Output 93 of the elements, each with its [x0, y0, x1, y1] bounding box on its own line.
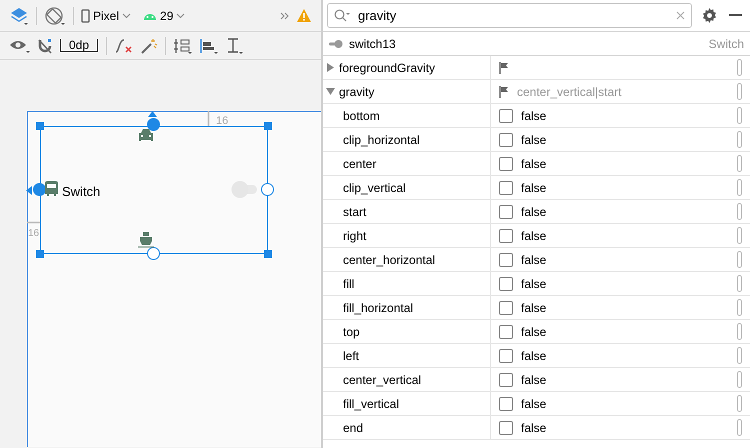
component-id: switch13 — [349, 36, 396, 52]
resource-picker-button[interactable] — [737, 347, 742, 364]
checkbox[interactable] — [499, 420, 513, 434]
margin-indicator — [27, 221, 40, 224]
flag-value: false — [521, 300, 546, 316]
resource-picker-button[interactable] — [737, 371, 742, 388]
resize-handle[interactable] — [264, 250, 272, 258]
expand-arrow-icon[interactable] — [326, 87, 335, 96]
resource-picker-button[interactable] — [737, 251, 742, 268]
flag-icon[interactable] — [499, 86, 509, 98]
flag-name: clip_vertical — [343, 180, 406, 196]
attribute-value-hint: center_vertical|start — [517, 84, 622, 100]
resize-handle[interactable] — [264, 122, 272, 130]
flag-value: false — [521, 204, 546, 220]
minimize-button[interactable] — [726, 14, 745, 17]
resource-picker-button[interactable] — [737, 323, 742, 340]
default-margin-button[interactable]: 0dp — [60, 39, 98, 52]
resource-picker-button[interactable] — [737, 131, 742, 148]
phone-icon — [81, 8, 90, 22]
checkbox[interactable] — [499, 204, 513, 218]
car-icon — [138, 128, 154, 142]
attribute-name: gravity — [339, 84, 374, 100]
checkbox[interactable] — [499, 228, 513, 242]
flag-name: fill — [343, 276, 354, 292]
flag-name: top — [343, 324, 360, 340]
checkbox[interactable] — [499, 180, 513, 194]
flag-name: clip_horizontal — [343, 132, 420, 148]
resource-picker-button[interactable] — [737, 395, 742, 412]
flag-icon[interactable] — [499, 62, 509, 74]
api-level-dropdown[interactable]: 29 — [140, 6, 188, 24]
constraint-arrow-icon — [26, 186, 32, 195]
resource-picker-button[interactable] — [737, 275, 742, 292]
switch-icon — [329, 40, 343, 48]
resize-handle[interactable] — [36, 122, 44, 130]
checkbox[interactable] — [499, 108, 513, 122]
flag-value: false — [521, 228, 546, 244]
margin-label: 16 — [216, 114, 228, 129]
flag-value: false — [521, 348, 546, 364]
android-icon — [143, 11, 158, 20]
checkbox[interactable] — [499, 396, 513, 410]
constraint-arrow-icon — [148, 111, 157, 117]
checkbox[interactable] — [499, 276, 513, 290]
flag-value: false — [521, 372, 546, 388]
flag-name: fill_horizontal — [343, 300, 414, 316]
search-icon — [334, 9, 350, 22]
caret-icon — [122, 12, 132, 18]
device-dropdown[interactable]: Pixel — [78, 6, 134, 24]
resize-handle[interactable] — [36, 250, 44, 258]
checkbox[interactable] — [499, 348, 513, 362]
expand-arrow-icon[interactable] — [326, 63, 335, 72]
caret-icon — [176, 12, 186, 18]
flag-value: false — [521, 324, 546, 340]
resource-picker-button[interactable] — [737, 107, 742, 124]
flag-value: false — [521, 252, 546, 268]
flag-name: end — [343, 420, 364, 436]
resource-picker-button[interactable] — [737, 179, 742, 196]
flag-value: false — [521, 276, 546, 292]
flag-value: false — [521, 132, 546, 148]
flag-name: bottom — [343, 108, 380, 124]
flag-name: fill_vertical — [343, 396, 400, 412]
resource-picker-button[interactable] — [737, 419, 742, 436]
clear-icon[interactable] — [676, 11, 685, 20]
bus-icon — [44, 180, 59, 197]
flag-name: center_horizontal — [343, 252, 436, 268]
checkbox[interactable] — [499, 300, 513, 314]
flag-name: center — [343, 156, 376, 172]
checkbox[interactable] — [499, 324, 513, 338]
flag-value: false — [521, 180, 546, 196]
boat-icon — [138, 232, 154, 248]
checkbox[interactable] — [499, 132, 513, 146]
flag-name: left — [343, 348, 360, 364]
switch-label: Switch — [62, 183, 100, 201]
checkbox[interactable] — [499, 372, 513, 386]
margin-label: 16 — [28, 227, 40, 241]
flag-value: false — [521, 108, 546, 124]
resource-picker-button[interactable] — [737, 83, 742, 100]
resource-picker-button[interactable] — [737, 155, 742, 172]
margin-indicator — [207, 111, 210, 126]
flag-name: center_vertical — [343, 372, 422, 388]
flag-value: false — [521, 156, 546, 172]
flag-value: false — [521, 396, 546, 412]
resource-picker-button[interactable] — [737, 227, 742, 244]
resource-picker-button[interactable] — [737, 59, 742, 76]
search-field[interactable]: gravity — [327, 3, 692, 28]
resource-picker-button[interactable] — [737, 299, 742, 316]
attribute-name: foregroundGravity — [339, 60, 436, 76]
flag-value: false — [521, 420, 546, 436]
flag-name: start — [343, 204, 366, 220]
resource-picker-button[interactable] — [737, 203, 742, 220]
checkbox[interactable] — [499, 252, 513, 266]
flag-name: right — [343, 228, 366, 244]
component-type: Switch — [708, 36, 744, 52]
checkbox[interactable] — [499, 156, 513, 170]
